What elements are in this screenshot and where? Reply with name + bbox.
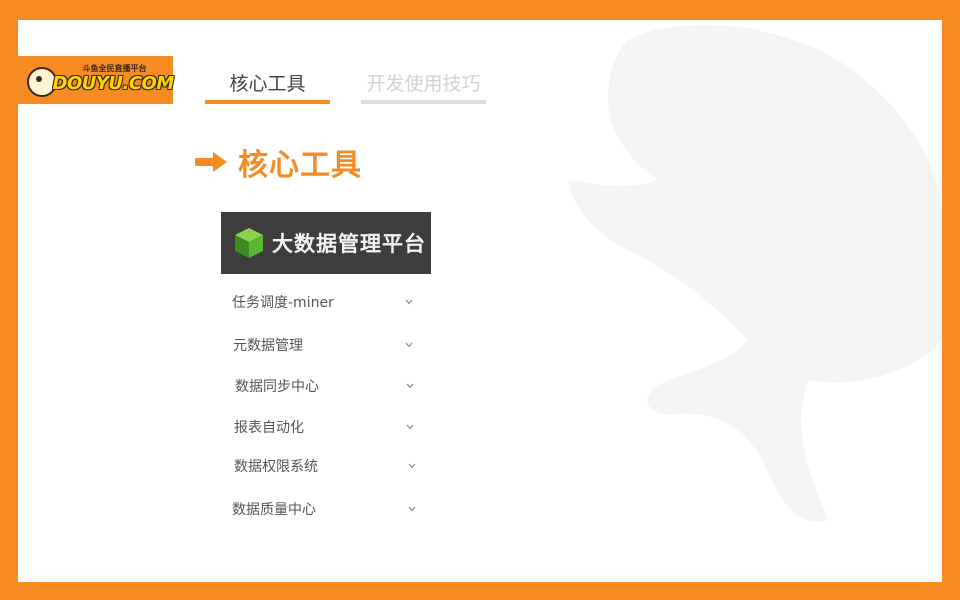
- menu-item-label: 数据权限系统: [234, 459, 318, 475]
- chevron-down-icon: [406, 424, 414, 430]
- fish-watermark: [568, 24, 942, 522]
- arrow-right-icon: [195, 152, 227, 172]
- douyu-logo[interactable]: 斗鱼全民直播平台 DOUYU.COM: [18, 56, 175, 104]
- chevron-down-icon: [405, 342, 413, 348]
- chevron-down-icon: [408, 506, 416, 512]
- chevron-down-icon: [406, 383, 414, 389]
- menu-item-label: 任务调度-miner: [232, 295, 334, 311]
- chevron-down-icon: [408, 463, 416, 469]
- menu-item-metadata[interactable]: 元数据管理: [218, 328, 418, 362]
- tab-bar: 核心工具 开发使用技巧: [205, 64, 486, 104]
- menu-item-label: 报表自动化: [234, 420, 304, 436]
- menu-item-label: 数据同步中心: [235, 379, 319, 395]
- cube-logo-icon: [235, 228, 263, 258]
- menu-item-report-automation[interactable]: 报表自动化: [218, 410, 418, 444]
- chevron-down-icon: [405, 299, 413, 305]
- logo-wordmark: DOUYU.COM: [52, 73, 175, 94]
- platform-banner: 大数据管理平台: [221, 212, 431, 274]
- menu-item-label: 元数据管理: [233, 338, 303, 354]
- slide-canvas: 斗鱼全民直播平台 DOUYU.COM 核心工具 开发使用技巧 核心工具 大数据管…: [18, 20, 942, 582]
- tab-dev-tips[interactable]: 开发使用技巧: [361, 64, 486, 104]
- menu-item-permissions[interactable]: 数据权限系统: [218, 449, 418, 483]
- menu-item-data-quality[interactable]: 数据质量中心: [218, 492, 418, 526]
- section-title: 核心工具: [238, 148, 362, 183]
- menu-item-label: 数据质量中心: [232, 502, 316, 518]
- menu-item-task-scheduler[interactable]: 任务调度-miner: [218, 285, 418, 319]
- menu-item-data-sync[interactable]: 数据同步中心: [218, 369, 418, 403]
- tab-core-tools[interactable]: 核心工具: [205, 64, 330, 104]
- platform-title: 大数据管理平台: [272, 232, 426, 256]
- section-heading: 核心工具: [194, 140, 362, 184]
